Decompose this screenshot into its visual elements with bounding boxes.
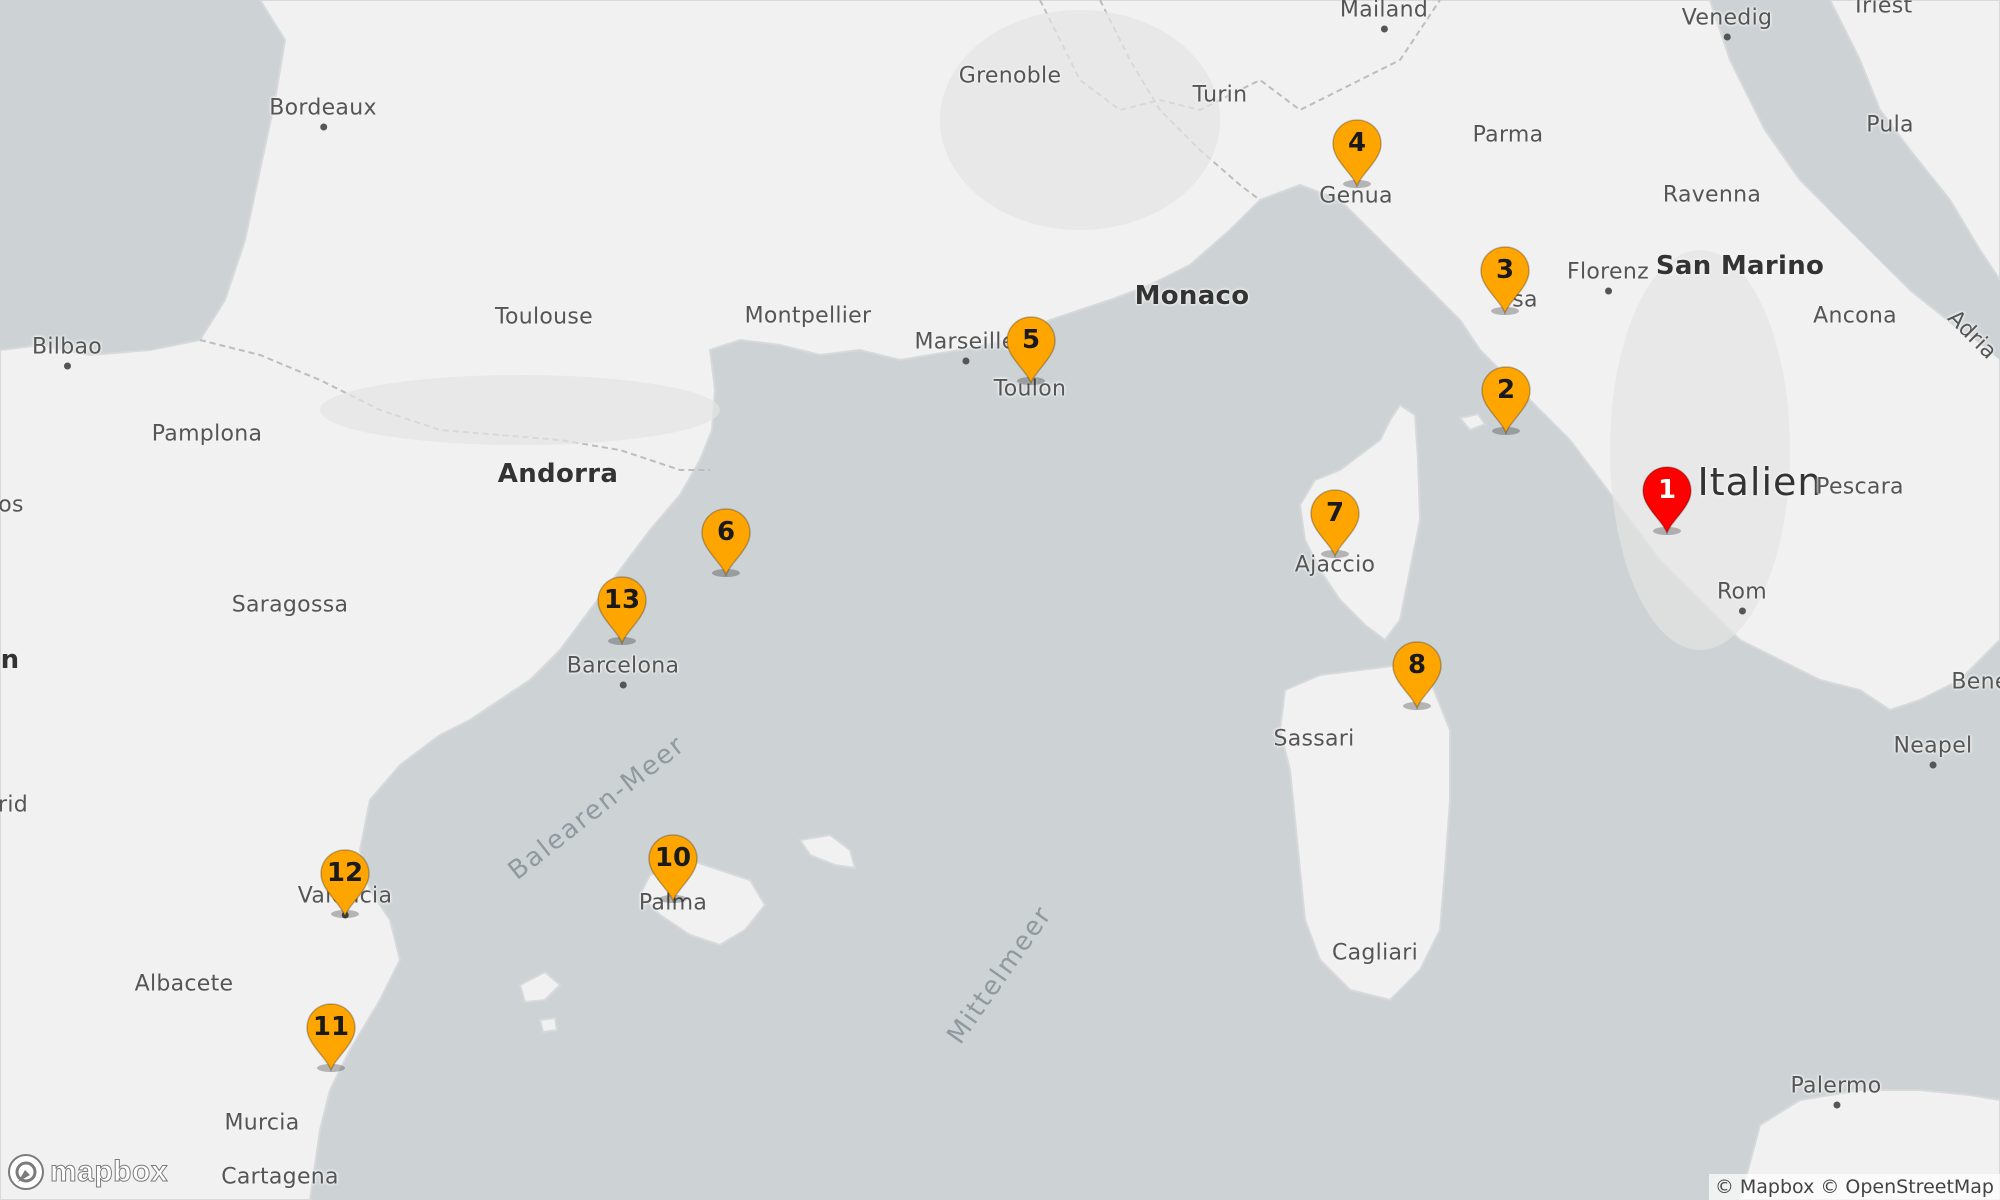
place-label-san-marino: San Marino: [1655, 251, 1825, 281]
route-marker-1[interactable]: 1: [1639, 463, 1695, 535]
place-label-bilbao: Bilbao: [31, 334, 103, 370]
route-marker-label: 13: [603, 585, 641, 615]
place-label-pula: Pula: [1866, 112, 1914, 138]
route-marker-label: 6: [716, 517, 736, 547]
route-marker-7[interactable]: 7: [1307, 486, 1363, 558]
place-label-murcia: Murcia: [224, 1110, 300, 1136]
place-label-ravenna: Ravenna: [1662, 182, 1762, 208]
route-marker-label: 8: [1407, 650, 1427, 680]
place-label-cartagena: Cartagena: [221, 1164, 339, 1190]
place-label-rid: rid: [0, 792, 29, 818]
attribution-mapbox-link[interactable]: © Mapbox: [1715, 1176, 1814, 1198]
place-label-cagliari: Cagliari: [1331, 940, 1419, 966]
place-label-sassari: Sassari: [1273, 726, 1355, 752]
place-label-ancona: Ancona: [1813, 303, 1897, 329]
mapbox-icon: [8, 1154, 44, 1190]
route-marker-10[interactable]: 10: [645, 831, 701, 903]
place-label-marseille: Marseille: [914, 329, 1016, 365]
place-label-rom: Rom: [1716, 579, 1768, 615]
place-label-saragossa: Saragossa: [231, 592, 349, 618]
route-marker-13[interactable]: 13: [594, 573, 650, 645]
route-marker-label: 10: [654, 843, 692, 873]
place-label-neapel: Neapel: [1893, 733, 1973, 769]
route-marker-6[interactable]: 6: [698, 505, 754, 577]
place-label-mailand: Mailand: [1340, 0, 1428, 33]
map-canvas[interactable]: Mailand Venedig Triest Grenoble Turin Parma Pu…: [0, 0, 2000, 1200]
place-label-palermo: Palermo: [1790, 1073, 1882, 1109]
place-label-triest: Triest: [1851, 0, 1913, 19]
place-label-montpellier: Montpellier: [744, 303, 872, 329]
place-label-barcelona: Barcelona: [566, 653, 680, 689]
route-marker-11[interactable]: 11: [303, 1000, 359, 1072]
route-marker-5[interactable]: 5: [1003, 313, 1059, 385]
mapbox-logo[interactable]: mapbox: [6, 1152, 168, 1192]
place-label-parma: Parma: [1472, 122, 1544, 148]
place-label-pamplona: Pamplona: [151, 421, 263, 447]
place-label-bordeaux: Bordeaux: [269, 95, 377, 131]
attribution: © Mapbox © OpenStreetMap: [1708, 1174, 2000, 1200]
route-marker-label: 3: [1495, 255, 1515, 285]
place-label-albacete: Albacete: [134, 971, 234, 997]
place-label-italien: Italien: [1697, 460, 1823, 504]
place-label-venedig: Venedig: [1681, 5, 1773, 41]
route-marker-label: 11: [312, 1012, 350, 1042]
route-marker-label: 7: [1325, 498, 1345, 528]
mapbox-logo-text: mapbox: [49, 1155, 169, 1189]
route-marker-label: 5: [1021, 325, 1041, 355]
route-marker-label: 2: [1496, 375, 1516, 405]
route-marker-8[interactable]: 8: [1389, 638, 1445, 710]
place-label-pescara: Pescara: [1816, 474, 1904, 500]
route-marker-label: 1: [1657, 475, 1677, 505]
place-label-monaco: Monaco: [1134, 281, 1250, 311]
place-label-toulouse: Toulouse: [494, 304, 594, 330]
route-marker-3[interactable]: 3: [1477, 243, 1533, 315]
place-label-grenoble: Grenoble: [958, 63, 1062, 89]
place-label-n: n: [0, 645, 20, 675]
route-marker-label: 12: [326, 858, 364, 888]
place-label-bene: Bene: [1951, 669, 2000, 695]
route-marker-2[interactable]: 2: [1478, 363, 1534, 435]
route-marker-4[interactable]: 4: [1329, 116, 1385, 188]
place-label-andorra: Andorra: [497, 459, 619, 489]
place-label-florenz: Florenz: [1567, 259, 1649, 295]
route-marker-label: 4: [1347, 128, 1367, 158]
place-label-os: os: [0, 492, 24, 518]
attribution-osm-link[interactable]: © OpenStreetMap: [1820, 1176, 1994, 1198]
route-marker-12[interactable]: 12: [317, 846, 373, 918]
place-label-turin: Turin: [1192, 82, 1248, 108]
